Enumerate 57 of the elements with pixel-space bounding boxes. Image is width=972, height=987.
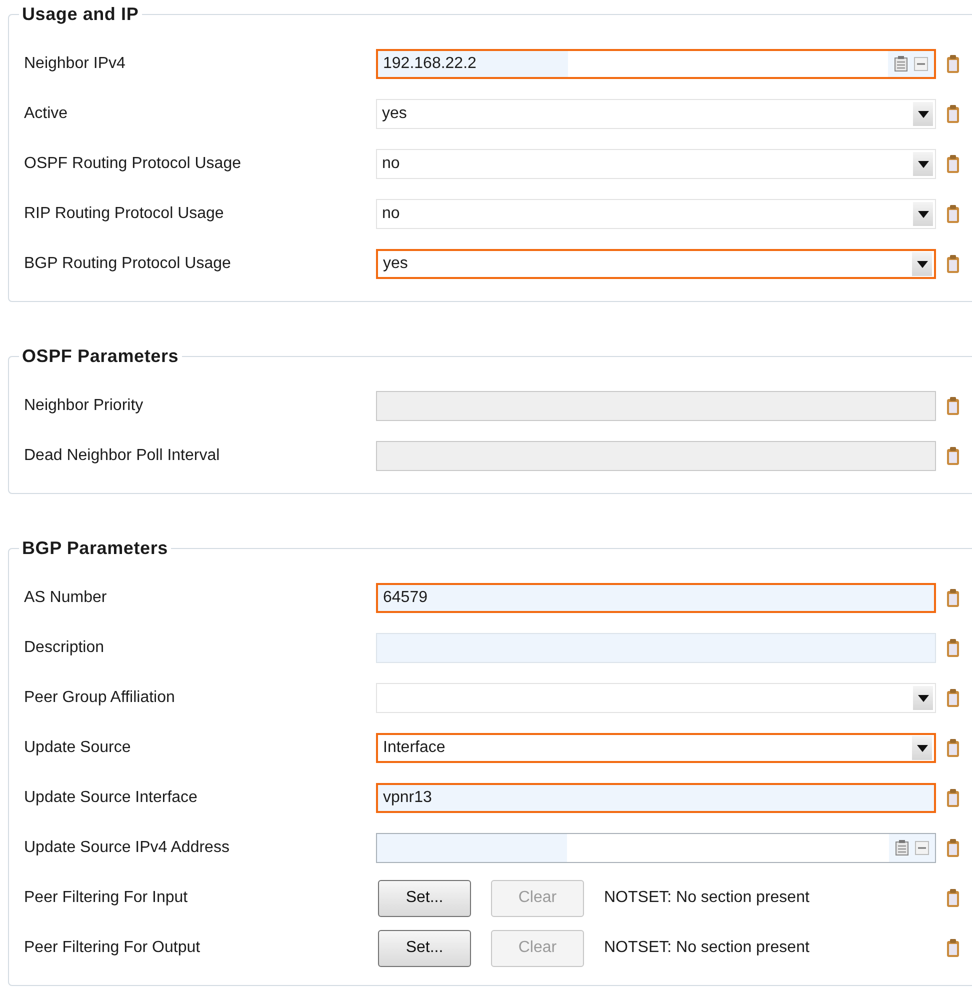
dropdown-arrow-icon[interactable] [918,210,928,218]
clipboard-icon[interactable] [946,154,960,174]
field-label: Description [23,639,106,657]
set-button[interactable]: Set... [378,930,471,966]
clipboard-icon[interactable] [946,588,960,608]
set-button[interactable]: Set... [378,880,471,916]
field-label: AS Number [23,589,108,607]
dropdown-arrow-icon[interactable] [918,110,928,118]
field-label: Update Source IPv4 Address [23,839,230,857]
dropdown[interactable]: yes [376,249,936,279]
ip-address-field[interactable] [376,833,936,863]
dropdown[interactable]: no [376,149,936,179]
minus-icon[interactable] [914,57,928,71]
ip-address-field[interactable]: 192.168.22.2 [376,49,936,79]
input-field[interactable]: vpnr13 [376,783,936,813]
clipboard-icon[interactable] [946,688,960,708]
section-title: Usage and IP [21,4,140,25]
section-title: OSPF Parameters [21,346,180,367]
field-label: Peer Group Affiliation [23,689,176,707]
dropdown-arrow-icon[interactable] [918,160,928,168]
clipboard-icon[interactable] [946,446,960,466]
clipboard-icon[interactable] [946,204,960,224]
status-text: NOTSET: No section present [604,939,810,957]
field-label: Update Source [23,739,132,757]
clipboard-icon[interactable] [946,738,960,758]
field-label: RIP Routing Protocol Usage [23,205,225,223]
field-label: Peer Filtering For Output [23,939,202,957]
field-label: Neighbor Priority [23,397,144,415]
section-title: BGP Parameters [21,538,169,559]
field-label: Dead Neighbor Poll Interval [23,447,221,465]
field-label: BGP Routing Protocol Usage [23,255,232,273]
field-label: Update Source Interface [23,789,198,807]
dropdown-arrow-icon[interactable] [916,744,928,752]
clipboard-icon[interactable] [946,254,960,274]
field-label: Active [23,105,69,123]
input-field[interactable]: 64579 [376,583,936,613]
dropdown[interactable]: yes [376,99,936,129]
minus-icon[interactable] [915,841,929,855]
field-label: OSPF Routing Protocol Usage [23,155,242,173]
clipboard-icon[interactable] [946,838,960,858]
clipboard-icon[interactable] [946,54,960,74]
clipboard-icon[interactable] [946,938,960,958]
field-label: Peer Filtering For Input [23,889,189,907]
dropdown-arrow-icon[interactable] [918,694,928,702]
clipboard-icon[interactable] [946,788,960,808]
clipboard-icon[interactable] [946,104,960,124]
dropdown-arrow-icon[interactable] [916,260,928,268]
clipboard-icon[interactable] [946,638,960,658]
field-label: Neighbor IPv4 [23,55,126,73]
clipboard-icon[interactable] [946,888,960,908]
clipboard-icon[interactable] [946,396,960,416]
dropdown[interactable]: Interface [376,733,936,763]
dropdown[interactable]: no [376,199,936,229]
input-field[interactable] [376,633,936,663]
status-text: NOTSET: No section present [604,889,810,907]
document-icon[interactable] [894,56,908,72]
document-icon[interactable] [895,840,909,856]
